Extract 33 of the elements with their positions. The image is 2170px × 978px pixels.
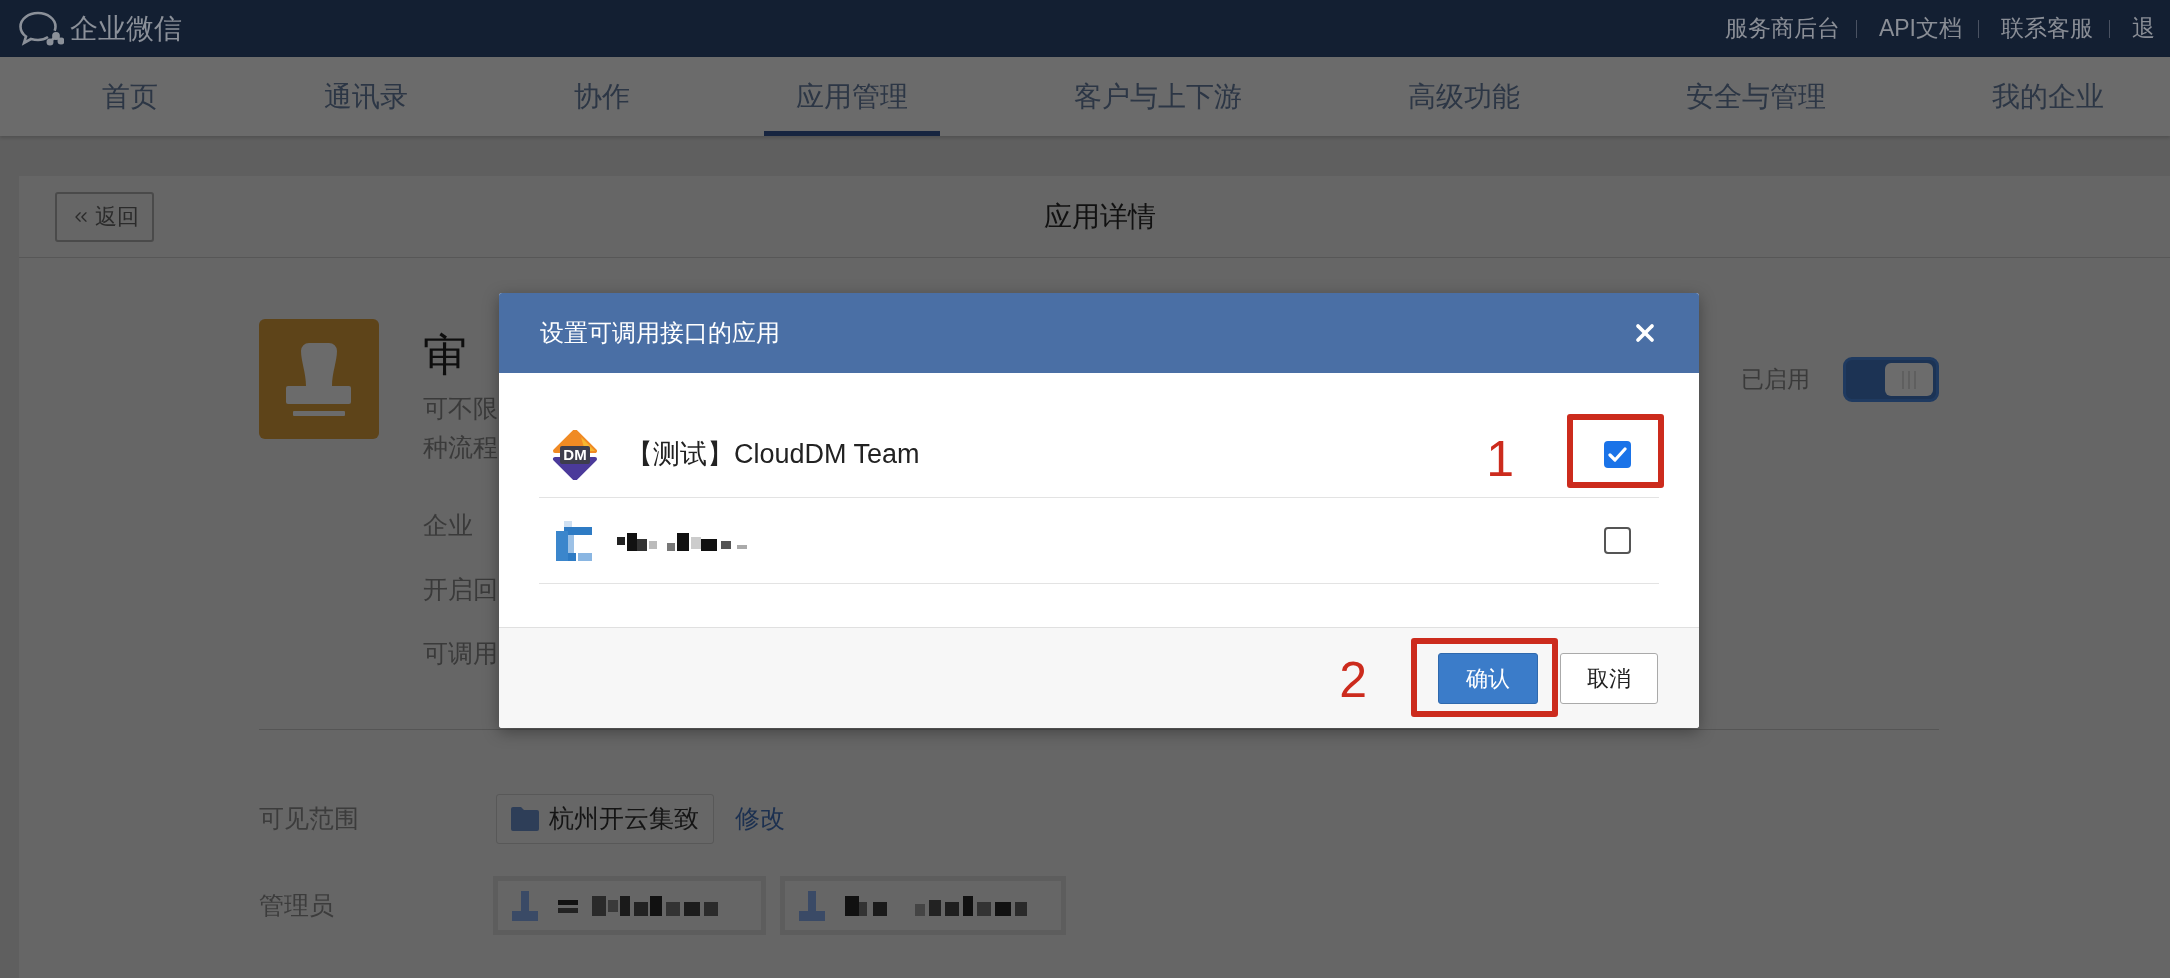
header-link[interactable]: 退 — [2132, 11, 2155, 46]
header-link[interactable]: API文档 — [1878, 11, 1962, 46]
dialog-button[interactable]: 取消 — [1560, 652, 1658, 704]
app-name: 【测试】CloudDM Team — [626, 438, 920, 472]
stamp-app-icon — [259, 319, 379, 439]
chat-bubble-logo-icon — [18, 10, 64, 47]
person-icon — [799, 890, 825, 921]
annotation-number: 1 — [1486, 430, 1514, 487]
nav-tab[interactable]: 高级功能 — [1376, 57, 1552, 136]
checkbox[interactable] — [1604, 527, 1631, 554]
header-link[interactable]: 联系客服 — [2001, 11, 2093, 46]
nav-tab[interactable]: 协作 — [542, 57, 662, 136]
nav-tab[interactable]: 客户与上下游 — [1042, 57, 1274, 136]
page-title: 应用详情 — [1042, 199, 1156, 234]
edit-link[interactable]: 修改 — [735, 800, 785, 838]
checkbox[interactable] — [1604, 441, 1631, 468]
pixelated-logo-icon — [556, 520, 592, 561]
header-link[interactable]: 服务商后台 — [1724, 11, 1840, 46]
person-icon — [512, 890, 538, 921]
folder-icon — [511, 807, 539, 831]
back-button[interactable]: 返回 — [55, 191, 154, 242]
nav-tab[interactable]: 安全与管理 — [1654, 57, 1858, 136]
brand-name: 企业微信 — [70, 11, 182, 46]
nav-tab[interactable]: 通讯录 — [292, 57, 440, 136]
nav-tab[interactable]: 应用管理 — [764, 57, 940, 136]
department-name: 杭州开云集致 — [549, 803, 699, 835]
nav-tab[interactable]: 首页 — [70, 57, 190, 136]
dialog-title: 设置可调用接口的应用 — [540, 318, 780, 348]
dialog-button[interactable]: 确认 — [1438, 652, 1538, 704]
nav-tab[interactable]: 我的企业 — [1960, 57, 2136, 136]
toggle-switch[interactable] — [1843, 357, 1939, 402]
app-title: 审 — [423, 329, 468, 381]
annotation-number: 2 — [1339, 652, 1367, 708]
